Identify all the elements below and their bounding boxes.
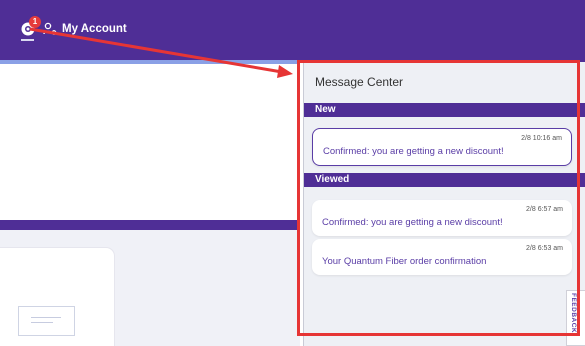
user-settings-icon xyxy=(43,22,57,35)
section-header-new: New xyxy=(304,103,585,117)
feedback-tab[interactable]: FEEDBACK xyxy=(566,290,585,346)
section-label-new: New xyxy=(315,104,336,115)
section-label-viewed: Viewed xyxy=(315,174,350,185)
message-text: Confirmed: you are getting a new discoun… xyxy=(322,217,503,228)
feedback-label: FEEDBACK xyxy=(570,293,577,334)
message-item-unread[interactable]: 2/8 10:16 am Confirmed: you are getting … xyxy=(312,128,572,166)
message-center-title: Message Center xyxy=(315,75,404,89)
message-text: Your Quantum Fiber order confirmation xyxy=(322,256,487,267)
message-text: Confirmed: you are getting a new discoun… xyxy=(323,146,504,157)
notification-count-badge: 1 xyxy=(29,16,41,28)
message-time: 2/8 10:16 am xyxy=(521,135,562,142)
page-section-band xyxy=(0,220,300,230)
message-item[interactable]: 2/8 6:53 am Your Quantum Fiber order con… xyxy=(312,239,572,275)
section-header-viewed: Viewed xyxy=(304,173,585,187)
my-account-link[interactable]: My Account xyxy=(43,20,127,38)
message-time: 2/8 6:57 am xyxy=(526,206,563,213)
my-account-label: My Account xyxy=(62,23,127,35)
message-time: 2/8 6:53 am xyxy=(526,245,563,252)
document-thumbnail xyxy=(18,306,75,336)
message-center-panel: Message Center New 2/8 10:16 am Confirme… xyxy=(303,62,585,346)
page-content-area xyxy=(0,64,300,220)
message-item[interactable]: 2/8 6:57 am Confirmed: you are getting a… xyxy=(312,200,572,236)
notifications-active-indicator xyxy=(21,39,34,41)
